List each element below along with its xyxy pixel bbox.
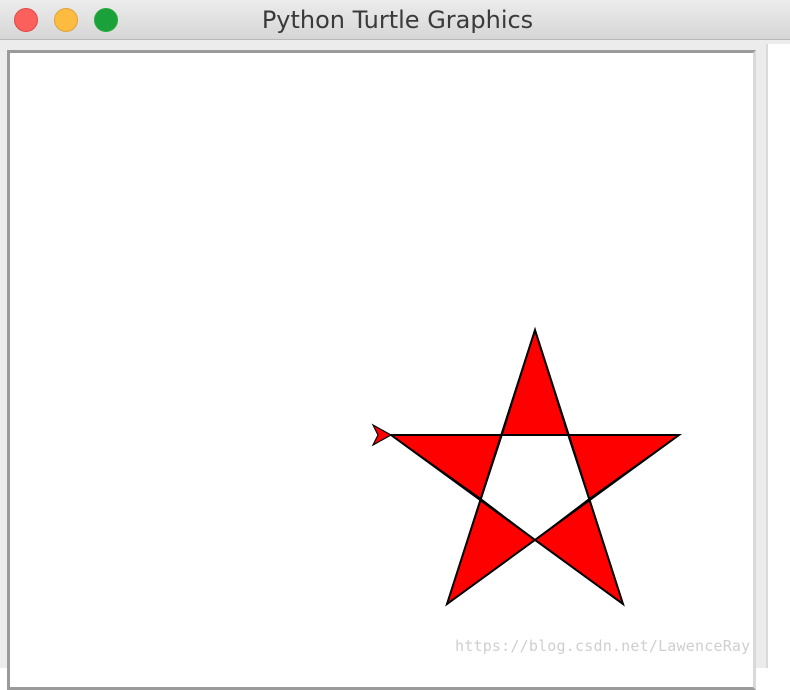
drawing-layer <box>371 326 683 607</box>
turtle-cursor-icon <box>371 423 393 447</box>
star-arm-top <box>500 327 570 436</box>
star-arm-right <box>566 434 682 501</box>
star-arm-bottom-right <box>533 497 625 606</box>
star-arm-left <box>388 434 504 501</box>
turtle-window: Python Turtle Graphics https://blog.csdn… <box>0 0 790 690</box>
watermark-text: https://blog.csdn.net/LawenceRay <box>455 637 751 655</box>
star-arm-bottom-left <box>445 497 537 606</box>
